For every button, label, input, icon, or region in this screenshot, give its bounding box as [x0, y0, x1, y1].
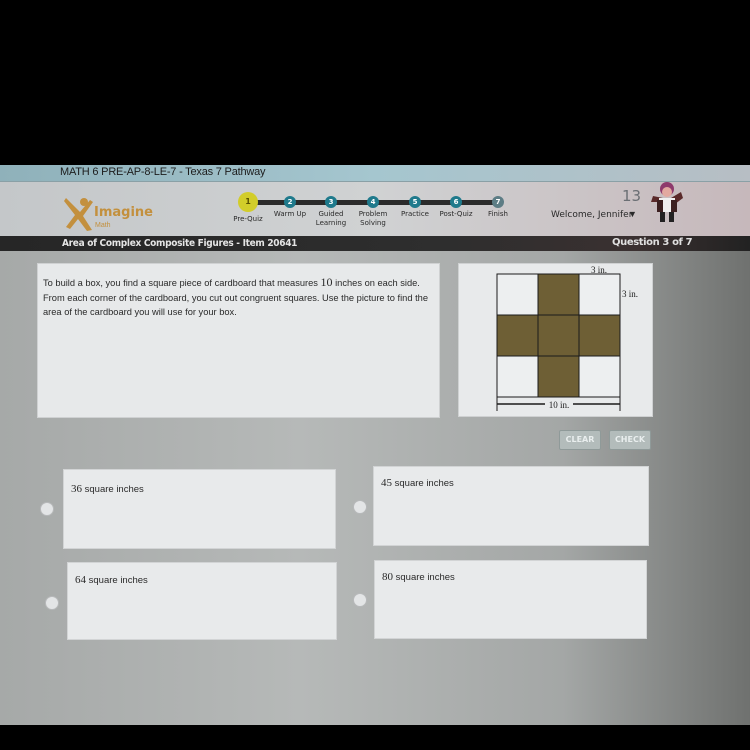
question-text-part: To build a box, you find a square piece … — [43, 278, 321, 288]
question-measure: 10 — [320, 275, 333, 289]
shaded-square — [578, 314, 621, 357]
shaded-square — [537, 355, 580, 398]
side-dimension-label: 3 in. — [622, 289, 638, 299]
course-title: MATH 6 PRE-AP-8-LE-7 - Texas 7 Pathway — [60, 166, 266, 178]
answer-value: 36 — [71, 483, 82, 495]
course-bar: MATH 6 PRE-AP-8-LE-7 - Texas 7 Pathway — [0, 165, 750, 182]
bottom-dimension-label: 10 in. — [549, 400, 570, 410]
answer-option-1[interactable]: 36 square inches — [63, 469, 336, 549]
answer-unit: square inches — [392, 478, 454, 489]
clear-button[interactable]: CLEAR — [559, 430, 601, 450]
welcome-text: Welcome, Jennifer — [551, 210, 633, 220]
answer-option-3[interactable]: 64 square inches — [67, 562, 337, 640]
logo-figure-icon — [64, 198, 93, 231]
answer-text: 80 square inches — [382, 571, 455, 583]
imagine-math-logo: Imagine Math — [64, 196, 174, 236]
step-label: Finish — [488, 210, 508, 218]
step-label: Guided Learning — [315, 210, 347, 227]
answer-text: 45 square inches — [381, 477, 454, 489]
answer-unit: square inches — [82, 484, 144, 495]
answer-option-2[interactable]: 45 square inches — [373, 466, 649, 546]
lesson-title-bar: Area of Complex Composite Figures - Item… — [0, 236, 750, 251]
step-marker: 2 — [284, 196, 296, 208]
shaded-square — [496, 314, 539, 357]
step-marker: 3 — [325, 196, 337, 208]
answer-radio-1[interactable] — [40, 502, 54, 516]
question-counter: Question 3 of 7 — [612, 237, 693, 248]
step-marker: 7 — [492, 196, 504, 208]
figure-card: 10 in. 3 in. 3 in. — [458, 263, 653, 417]
lesson-progress: 1 Pre-Quiz 2 Warm Up 3 Guided Learning 4… — [230, 192, 520, 232]
answer-value: 80 — [382, 571, 393, 583]
answer-option-4[interactable]: 80 square inches — [374, 560, 647, 639]
logo-wordmark: Imagine — [94, 205, 153, 220]
answer-text: 36 square inches — [71, 483, 144, 495]
step-marker: 1 — [238, 192, 258, 212]
step-marker: 4 — [367, 196, 379, 208]
answer-value: 64 — [75, 574, 86, 586]
question-card: To build a box, you find a square piece … — [37, 263, 440, 418]
answer-radio-4[interactable] — [353, 593, 367, 607]
step-marker: 6 — [450, 196, 462, 208]
answer-unit: square inches — [86, 575, 148, 586]
points-score: 13 — [622, 187, 642, 205]
answer-radio-2[interactable] — [353, 500, 367, 514]
cardboard-figure: 10 in. 3 in. 3 in. — [496, 265, 638, 411]
logo-subtitle: Math — [95, 222, 111, 229]
answer-unit: square inches — [393, 572, 455, 583]
step-marker: 5 — [409, 196, 421, 208]
answer-value: 45 — [381, 477, 392, 489]
top-dimension-label: 3 in. — [591, 265, 607, 275]
avatar-icon[interactable] — [645, 180, 685, 224]
shaded-square — [537, 314, 580, 357]
question-text: To build a box, you find a square piece … — [43, 275, 438, 320]
caret-down-icon[interactable]: ▼ — [628, 209, 637, 219]
shaded-square — [537, 273, 580, 316]
answer-text: 64 square inches — [75, 574, 148, 586]
lesson-title: Area of Complex Composite Figures - Item… — [62, 238, 298, 249]
check-button[interactable]: CHECK — [609, 430, 651, 450]
answer-radio-3[interactable] — [45, 596, 59, 610]
